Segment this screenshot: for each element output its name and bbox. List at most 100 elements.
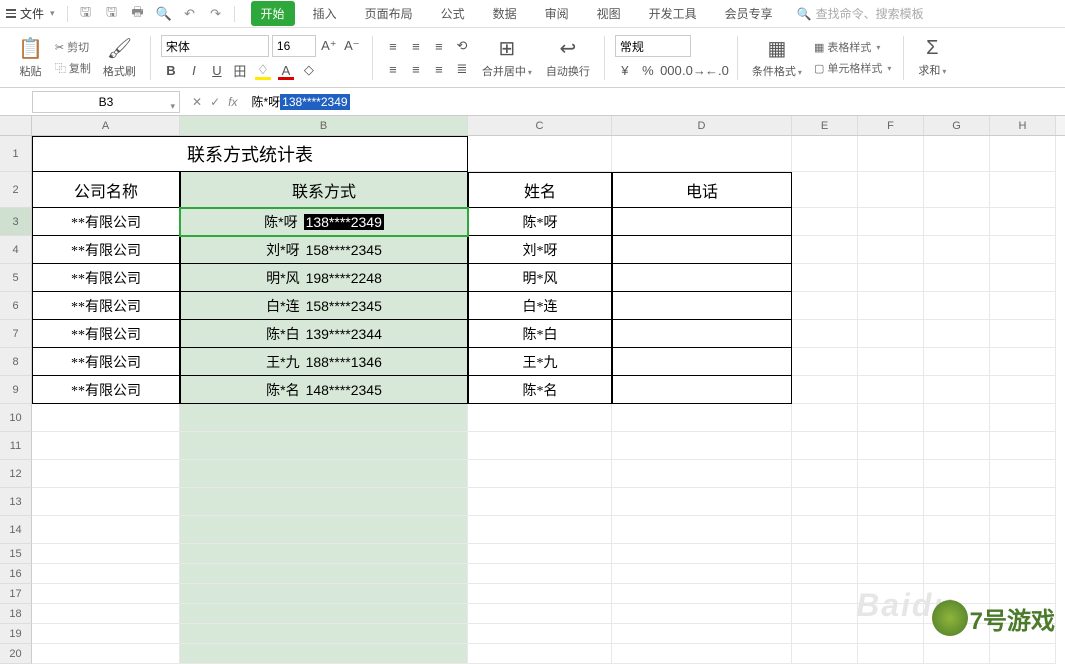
row-header-10[interactable]: 10 [0, 404, 32, 432]
print-preview-icon[interactable]: 🔍 [156, 6, 172, 22]
name-box[interactable]: B3▾ [32, 91, 180, 113]
row-header-20[interactable]: 20 [0, 644, 32, 664]
row-header-1[interactable]: 1 [0, 136, 32, 172]
file-dropdown-icon[interactable]: ▾ [50, 8, 55, 19]
merge-center-button[interactable]: ⊞ 合并居中▾ [478, 34, 536, 81]
row-header-9[interactable]: 9 [0, 376, 32, 404]
header-company[interactable]: 公司名称 [32, 172, 180, 208]
cell-name[interactable]: 王*九 [468, 348, 612, 376]
cell-phone[interactable] [612, 236, 792, 264]
sum-button[interactable]: Σ 求和▾ [914, 35, 950, 80]
save-as-icon[interactable]: 🖫 [104, 6, 120, 22]
tab-2[interactable]: 页面布局 [355, 1, 423, 26]
cell-company[interactable]: **有限公司 [32, 292, 180, 320]
row-header-7[interactable]: 7 [0, 320, 32, 348]
align-center-icon[interactable]: ≡ [406, 59, 426, 79]
tab-8[interactable]: 会员专享 [715, 1, 783, 26]
header-contact[interactable]: 联系方式 [180, 172, 468, 208]
row-header-13[interactable]: 13 [0, 488, 32, 516]
col-header-F[interactable]: F [858, 116, 924, 135]
bold-button[interactable]: B [161, 60, 181, 80]
align-right-icon[interactable]: ≡ [429, 59, 449, 79]
col-header-B[interactable]: B [180, 116, 468, 135]
header-phone[interactable]: 电话 [612, 172, 792, 208]
hamburger-icon[interactable] [6, 9, 16, 18]
cell-name[interactable]: 明*风 [468, 264, 612, 292]
row-header-14[interactable]: 14 [0, 516, 32, 544]
cell-name[interactable]: 陈*呀 [468, 208, 612, 236]
tab-0[interactable]: 开始 [251, 1, 295, 26]
command-search[interactable]: 🔍 查找命令、搜索模板 [797, 5, 924, 22]
percent-icon[interactable]: % [638, 60, 658, 80]
cell-contact[interactable]: 刘*呀158****2345 [180, 236, 468, 264]
row-header-2[interactable]: 2 [0, 172, 32, 208]
align-left-icon[interactable]: ≡ [383, 59, 403, 79]
cancel-edit-icon[interactable]: ✕ [192, 95, 202, 109]
tab-3[interactable]: 公式 [431, 1, 475, 26]
col-header-D[interactable]: D [612, 116, 792, 135]
save-icon[interactable]: 🖫 [78, 6, 94, 22]
cell-contact[interactable]: 王*九188****1346 [180, 348, 468, 376]
cut-button[interactable]: ✂剪切 [53, 38, 93, 56]
cell-style-button[interactable]: ▢单元格样式▾ [812, 59, 893, 77]
fx-icon[interactable]: fx [228, 95, 237, 109]
row-header-8[interactable]: 8 [0, 348, 32, 376]
row-header-17[interactable]: 17 [0, 584, 32, 604]
underline-button[interactable]: U [207, 60, 227, 80]
cell-company[interactable]: **有限公司 [32, 264, 180, 292]
cell-company[interactable]: **有限公司 [32, 208, 180, 236]
tab-7[interactable]: 开发工具 [639, 1, 707, 26]
font-color-button[interactable]: A [276, 60, 296, 80]
row-header-3[interactable]: 3 [0, 208, 32, 236]
confirm-edit-icon[interactable]: ✓ [210, 95, 220, 109]
orientation-icon[interactable]: ⟲ [452, 36, 472, 56]
cell-company[interactable]: **有限公司 [32, 320, 180, 348]
wrap-text-button[interactable]: ↩ 自动换行 [542, 34, 594, 81]
copy-button[interactable]: ⿻复制 [53, 59, 93, 77]
tab-1[interactable]: 插入 [303, 1, 347, 26]
tab-6[interactable]: 视图 [587, 1, 631, 26]
row-header-6[interactable]: 6 [0, 292, 32, 320]
italic-button[interactable]: I [184, 60, 204, 80]
table-style-button[interactable]: ▦表格样式▾ [812, 38, 893, 56]
cell-phone[interactable] [612, 208, 792, 236]
align-bottom-icon[interactable]: ≡ [429, 36, 449, 56]
row-header-16[interactable]: 16 [0, 564, 32, 584]
font-size-combo[interactable] [272, 35, 316, 57]
font-name-combo[interactable] [161, 35, 269, 57]
row-header-15[interactable]: 15 [0, 544, 32, 564]
formula-input[interactable]: 陈*呀 138****2349 [245, 93, 1065, 110]
increase-font-icon[interactable]: A⁺ [319, 36, 339, 56]
border-button[interactable]: 田 [230, 60, 250, 80]
cell-company[interactable]: **有限公司 [32, 348, 180, 376]
cell-phone[interactable] [612, 376, 792, 404]
comma-icon[interactable]: 000 [661, 60, 681, 80]
cell-phone[interactable] [612, 348, 792, 376]
currency-icon[interactable]: ¥ [615, 60, 635, 80]
cell-name[interactable]: 刘*呀 [468, 236, 612, 264]
table-title[interactable]: 联系方式统计表 [32, 136, 468, 172]
row-header-19[interactable]: 19 [0, 624, 32, 644]
file-menu[interactable]: 文件 [20, 5, 44, 22]
row-header-5[interactable]: 5 [0, 264, 32, 292]
conditional-format-button[interactable]: ▦ 条件格式▾ [748, 34, 806, 81]
col-header-H[interactable]: H [990, 116, 1056, 135]
col-header-C[interactable]: C [468, 116, 612, 135]
row-header-11[interactable]: 11 [0, 432, 32, 460]
col-header-A[interactable]: A [32, 116, 180, 135]
cell-contact[interactable]: 明*风198****2248 [180, 264, 468, 292]
select-all-corner[interactable] [0, 116, 32, 135]
undo-icon[interactable]: ↶ [182, 6, 198, 22]
fill-color-button[interactable]: ♢ [253, 60, 273, 80]
row-header-4[interactable]: 4 [0, 236, 32, 264]
cell-phone[interactable] [612, 320, 792, 348]
row-header-18[interactable]: 18 [0, 604, 32, 624]
redo-icon[interactable]: ↷ [208, 6, 224, 22]
cell-contact[interactable]: 白*连158****2345 [180, 292, 468, 320]
align-top-icon[interactable]: ≡ [383, 36, 403, 56]
paste-button[interactable]: 📋 粘贴 [14, 34, 47, 81]
cell-company[interactable]: **有限公司 [32, 236, 180, 264]
cell-contact[interactable]: 陈*名148****2345 [180, 376, 468, 404]
align-middle-icon[interactable]: ≡ [406, 36, 426, 56]
cell-contact[interactable]: 陈*呀138****2349 [180, 208, 468, 236]
